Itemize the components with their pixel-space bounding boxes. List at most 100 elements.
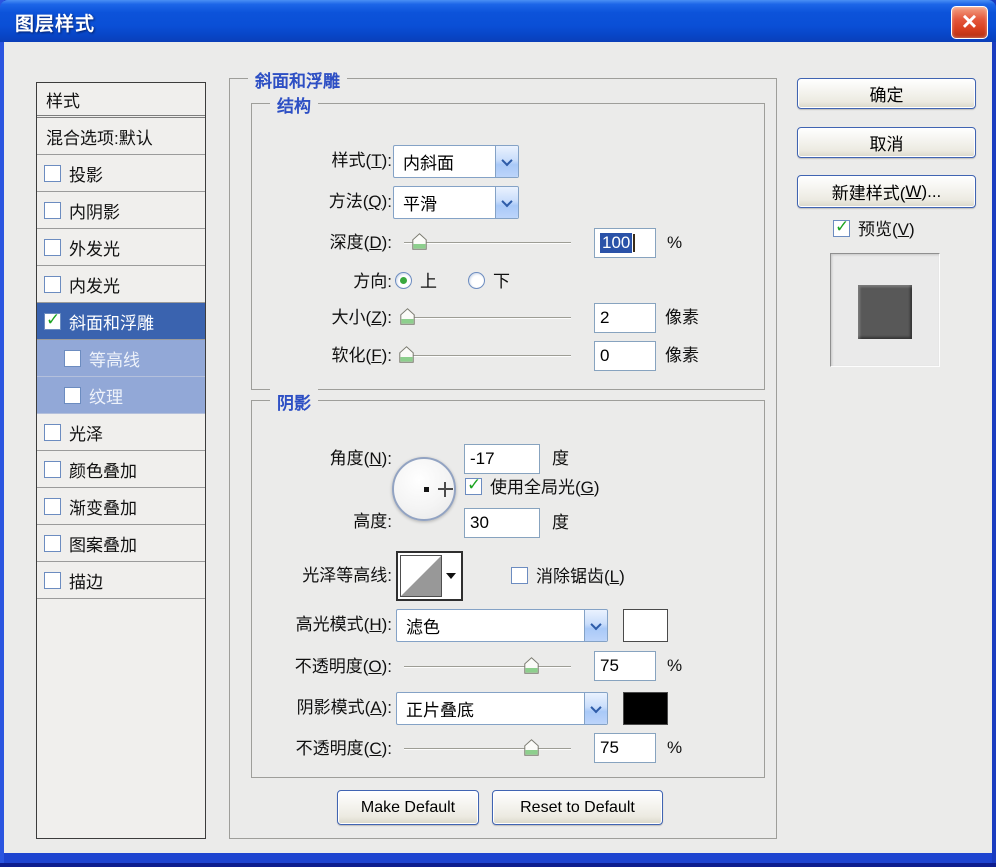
- direction-label: 方向:: [353, 272, 392, 291]
- angle-input[interactable]: -17: [464, 444, 540, 474]
- method-dropdown[interactable]: 平滑: [393, 186, 519, 219]
- chevron-down-icon[interactable]: [584, 693, 607, 724]
- gloss-contour-picker[interactable]: [396, 551, 463, 601]
- altitude-unit: 度: [552, 513, 569, 532]
- checkbox-icon[interactable]: [44, 310, 61, 330]
- sidebar-item-3[interactable]: 外发光: [37, 229, 205, 266]
- sidebar-item-12[interactable]: 描边: [37, 562, 205, 599]
- shading-legend: 阴影: [270, 389, 318, 414]
- checkbox-icon[interactable]: [44, 534, 61, 552]
- sidebar-item-label: 颜色叠加: [69, 461, 137, 481]
- shadow-mode-label: 阴影模式(A):: [296, 698, 392, 717]
- cancel-button[interactable]: 取消: [797, 127, 976, 158]
- altitude-input[interactable]: 30: [464, 508, 540, 538]
- checkbox-icon[interactable]: [44, 423, 61, 441]
- preview-label: 预览(V): [858, 220, 915, 239]
- sidebar-item-8[interactable]: 光泽: [37, 414, 205, 451]
- sidebar-item-11[interactable]: 图案叠加: [37, 525, 205, 562]
- titlebar[interactable]: 图层样式 ×: [0, 0, 996, 42]
- sidebar-item-5[interactable]: 斜面和浮雕: [37, 303, 205, 340]
- checkbox-icon[interactable]: [44, 497, 61, 515]
- highlight-opacity-input[interactable]: 75: [594, 651, 656, 681]
- chevron-down-icon[interactable]: [495, 146, 518, 177]
- shadow-opacity-input[interactable]: 75: [594, 733, 656, 763]
- direction-down-radio[interactable]: [468, 272, 485, 289]
- style-preview-swatch: [858, 285, 912, 339]
- checkbox-icon[interactable]: [44, 275, 61, 293]
- reset-to-default-button[interactable]: Reset to Default: [492, 790, 663, 825]
- sidebar-item-label: 斜面和浮雕: [69, 313, 154, 333]
- depth-input[interactable]: 100: [594, 228, 656, 258]
- shadow-opacity-unit: %: [667, 738, 683, 757]
- shadow-color-swatch[interactable]: [623, 692, 668, 725]
- direction-down-label: 下: [493, 272, 510, 291]
- ok-button[interactable]: 确定: [797, 78, 976, 109]
- chevron-down-icon[interactable]: [584, 610, 607, 641]
- angle-unit: 度: [552, 449, 569, 468]
- shadow-mode-dropdown[interactable]: 正片叠底: [396, 692, 608, 725]
- shadow-opacity-thumb[interactable]: [524, 739, 539, 756]
- checkbox-icon[interactable]: [44, 201, 61, 219]
- sidebar-item-4[interactable]: 内发光: [37, 266, 205, 303]
- sidebar-item-1[interactable]: 投影: [37, 155, 205, 192]
- checkbox-icon[interactable]: [64, 349, 81, 367]
- chevron-down-icon[interactable]: [495, 187, 518, 218]
- highlight-opacity-thumb[interactable]: [524, 657, 539, 674]
- contour-dropdown-arrow-icon[interactable]: [442, 555, 459, 597]
- soften-slider-thumb[interactable]: [398, 346, 414, 363]
- altitude-input-value: 30: [470, 513, 489, 532]
- sidebar-item-9[interactable]: 颜色叠加: [37, 451, 205, 488]
- sidebar-item-7[interactable]: 纹理: [37, 377, 205, 414]
- use-global-light-checkbox[interactable]: [465, 475, 482, 495]
- sidebar-item-label: 内发光: [69, 276, 120, 296]
- styles-list: 样式 混合选项:默认投影内阴影外发光内发光斜面和浮雕等高线纹理光泽颜色叠加渐变叠…: [36, 82, 206, 839]
- preview-checkbox[interactable]: [833, 217, 850, 237]
- size-slider-thumb[interactable]: [400, 308, 416, 325]
- highlight-mode-dropdown[interactable]: 滤色: [396, 609, 608, 642]
- layer-style-dialog: 图层样式 × 样式 混合选项:默认投影内阴影外发光内发光斜面和浮雕等高线纹理光泽…: [0, 0, 996, 867]
- gloss-contour-label: 光泽等高线:: [302, 566, 392, 585]
- checkbox-icon[interactable]: [44, 460, 61, 478]
- sidebar-item-label: 图案叠加: [69, 535, 137, 555]
- checkbox-icon[interactable]: [44, 571, 61, 589]
- depth-slider[interactable]: [404, 233, 571, 250]
- styles-list-header[interactable]: 样式: [37, 83, 205, 118]
- new-style-button[interactable]: 新建样式(W)...: [797, 175, 976, 208]
- sidebar-item-10[interactable]: 渐变叠加: [37, 488, 205, 525]
- angle-input-value: -17: [470, 449, 495, 468]
- sidebar-item-6[interactable]: 等高线: [37, 340, 205, 377]
- shadow-mode-value: 正片叠底: [406, 701, 474, 720]
- shadow-opacity-value: 75: [600, 738, 619, 757]
- soften-slider[interactable]: [398, 346, 571, 363]
- use-global-light-label: 使用全局光(G): [490, 478, 600, 497]
- highlight-opacity-slider[interactable]: [404, 657, 571, 674]
- highlight-mode-value: 滤色: [406, 618, 440, 637]
- depth-slider-thumb[interactable]: [412, 233, 427, 250]
- direction-up-radio[interactable]: [395, 272, 412, 289]
- angle-label: 角度(N):: [329, 449, 392, 468]
- checkbox-icon[interactable]: [44, 164, 61, 182]
- size-slider[interactable]: [400, 308, 571, 325]
- angle-dial-dot: [424, 487, 429, 492]
- depth-input-value: 100: [600, 233, 633, 253]
- highlight-opacity-unit: %: [667, 656, 683, 675]
- sidebar-item-label: 光泽: [69, 424, 103, 444]
- soften-input-value: 0: [600, 346, 610, 365]
- close-icon[interactable]: ×: [951, 6, 988, 39]
- size-input[interactable]: 2: [594, 303, 656, 333]
- highlight-color-swatch[interactable]: [623, 609, 668, 642]
- depth-unit: %: [667, 233, 683, 252]
- shadow-opacity-slider[interactable]: [404, 739, 571, 756]
- soften-input[interactable]: 0: [594, 341, 656, 371]
- make-default-button[interactable]: Make Default: [337, 790, 479, 825]
- soften-unit: 像素: [665, 346, 699, 365]
- altitude-label: 高度:: [353, 512, 392, 531]
- style-dropdown[interactable]: 内斜面: [393, 145, 519, 178]
- sidebar-item-0[interactable]: 混合选项:默认: [37, 118, 205, 155]
- anti-aliased-checkbox[interactable]: [511, 567, 528, 584]
- sidebar-item-2[interactable]: 内阴影: [37, 192, 205, 229]
- checkbox-icon[interactable]: [64, 386, 81, 404]
- styles-header-label: 样式: [46, 91, 80, 111]
- contour-thumbnail[interactable]: [400, 555, 442, 597]
- checkbox-icon[interactable]: [44, 238, 61, 256]
